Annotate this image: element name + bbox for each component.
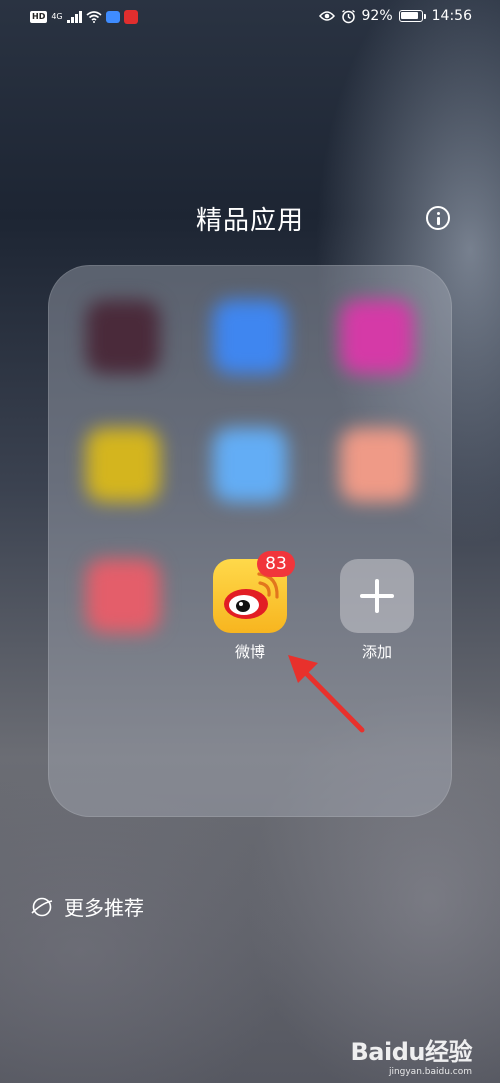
cloud-app-icon: [105, 11, 120, 23]
battery-icon: [398, 10, 426, 22]
status-bar: HD 4G 92% 14:56: [0, 0, 500, 36]
blurred-app-4[interactable]: [86, 428, 160, 502]
baidu-watermark: Baidu经验 jingyan.baidu.com: [350, 1032, 473, 1077]
blurred-app-5[interactable]: [213, 428, 287, 502]
weibo-app[interactable]: 83 微博: [213, 551, 295, 661]
wifi-icon: [86, 11, 102, 23]
watermark-url: jingyan.baidu.com: [388, 1067, 472, 1077]
notification-badge: 83: [257, 551, 295, 577]
add-app-button[interactable]: 添加: [340, 559, 414, 661]
blurred-app-3[interactable]: [340, 300, 414, 374]
network-type: 4G: [51, 12, 63, 21]
baidu-logo: Baidu经验: [350, 1038, 473, 1066]
blurred-app-6[interactable]: [340, 428, 414, 502]
more-recommend-label: 更多推荐: [64, 896, 144, 920]
battery-percent: 92%: [361, 8, 393, 24]
hd-icon: HD: [30, 11, 48, 23]
planet-icon: [31, 897, 53, 916]
blurred-app-1[interactable]: [86, 300, 160, 374]
info-icon[interactable]: [426, 206, 450, 230]
blurred-app-2[interactable]: [213, 300, 287, 374]
blurred-app-7[interactable]: [86, 559, 160, 633]
more-recommend-row[interactable]: 更多推荐: [30, 892, 144, 921]
signal-icon: [66, 11, 82, 23]
clock: 14:56: [431, 8, 472, 24]
status-icons-right: 92% 14:56: [318, 8, 472, 24]
plus-icon: [340, 559, 414, 633]
annotation-arrow: [288, 655, 365, 733]
folder-title[interactable]: 精品应用: [0, 200, 500, 237]
alarm-icon: [341, 9, 355, 23]
tmall-icon: [123, 10, 138, 24]
status-icons-left: HD 4G: [30, 10, 138, 24]
eye-icon: [318, 11, 335, 21]
